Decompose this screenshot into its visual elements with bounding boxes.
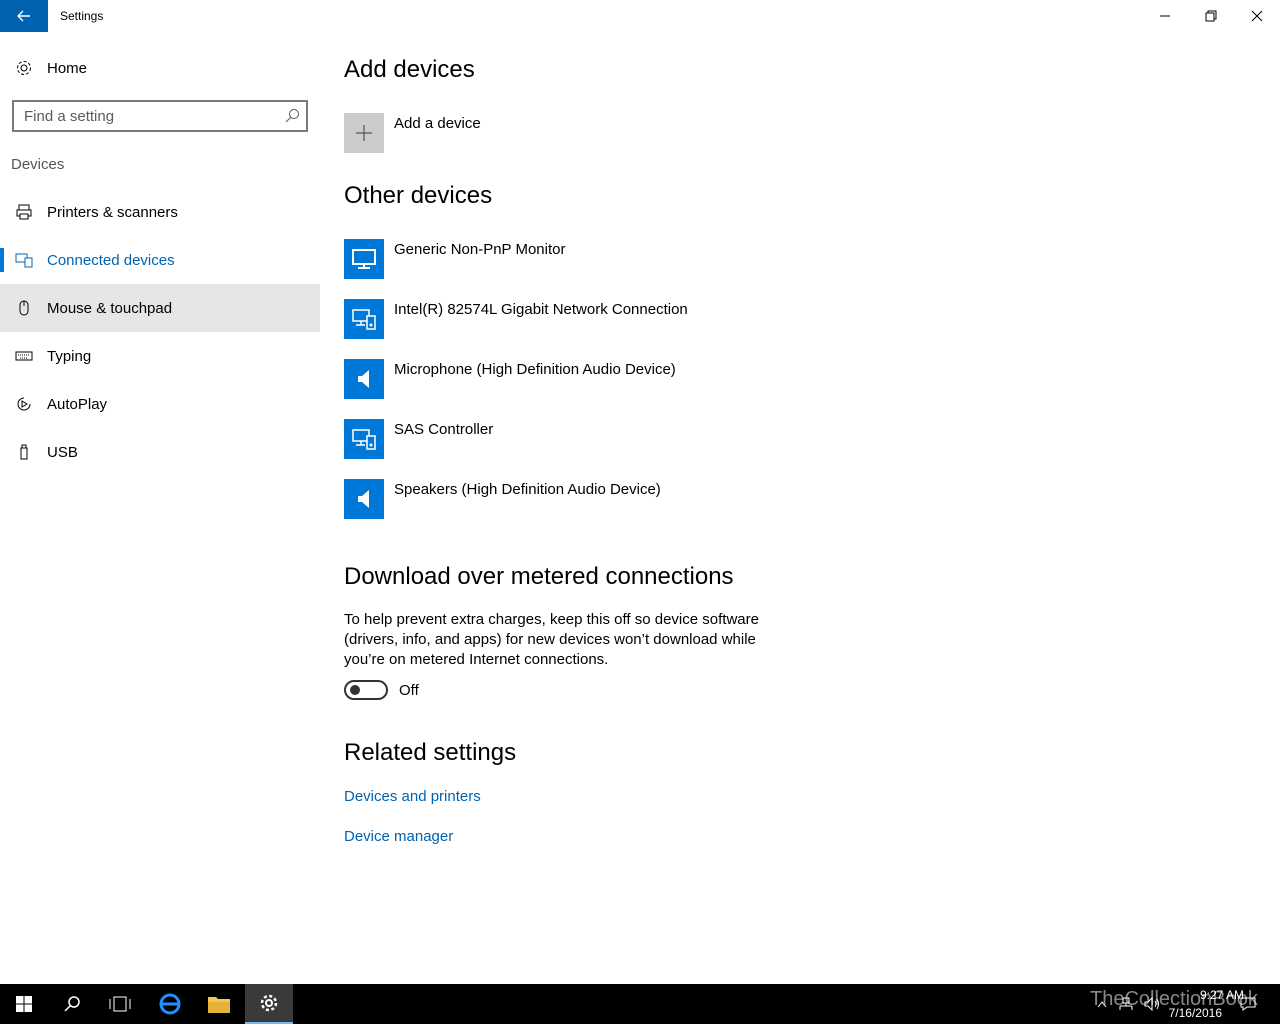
notification-icon [1240, 997, 1256, 1011]
start-button[interactable] [0, 984, 48, 1024]
list-item[interactable]: SAS Controller [344, 419, 844, 459]
toggle-state-label: Off [399, 682, 419, 699]
task-view-icon [109, 996, 131, 1012]
metered-heading: Download over metered connections [344, 563, 734, 590]
search-icon [64, 996, 80, 1012]
network-device-icon [344, 419, 384, 459]
show-hidden-icons-button[interactable] [1092, 984, 1112, 1024]
add-device-label: Add a device [394, 115, 481, 132]
network-device-icon [344, 299, 384, 339]
sidebar-item-mouse-touchpad[interactable]: Mouse & touchpad [0, 284, 320, 332]
sidebar-item-usb[interactable]: USB [0, 428, 320, 476]
search-input[interactable]: Find a setting [12, 100, 308, 132]
sidebar-item-typing[interactable]: Typing [0, 332, 320, 380]
sidebar-item-label: Typing [47, 347, 92, 365]
monitor-icon [344, 239, 384, 279]
add-devices-heading: Add devices [344, 56, 475, 83]
usb-icon [14, 442, 34, 462]
sidebar-item-label: AutoPlay [47, 395, 108, 413]
close-icon [1251, 10, 1263, 22]
list-item[interactable]: Intel(R) 82574L Gigabit Network Connecti… [344, 299, 844, 339]
sidebar-item-connected-devices[interactable]: Connected devices [0, 236, 320, 284]
main-content: Add devices Add a device Other devices G… [344, 32, 1244, 982]
gear-icon [260, 994, 278, 1012]
sidebar-item-label: USB [47, 443, 78, 461]
clock-date[interactable]: 7/16/2016 [1169, 1006, 1222, 1020]
add-device-button[interactable]: Add a device [344, 113, 644, 153]
other-devices-heading: Other devices [344, 182, 493, 209]
device-manager-link[interactable]: Device manager [344, 828, 453, 845]
mouse-icon [14, 298, 34, 318]
sidebar-item-label: Connected devices [47, 251, 175, 269]
windows-logo-icon [16, 996, 32, 1012]
action-center-button[interactable] [1236, 984, 1260, 1024]
title-bar: Settings [0, 0, 1280, 32]
device-label: Generic Non-PnP Monitor [394, 241, 566, 258]
speaker-icon [344, 359, 384, 399]
minimize-button[interactable] [1142, 0, 1188, 32]
sidebar-item-label: Mouse & touchpad [47, 299, 173, 317]
list-item[interactable]: Microphone (High Definition Audio Device… [344, 359, 844, 399]
home-label: Home [47, 59, 88, 77]
close-button[interactable] [1234, 0, 1280, 32]
metered-toggle[interactable] [344, 680, 388, 700]
search-icon [285, 109, 299, 123]
plus-icon [344, 113, 384, 153]
taskbar: TheCollectionBook 9:27 AM 7/16/2016 [0, 984, 1280, 1024]
network-icon [1119, 997, 1133, 1010]
folder-icon [208, 997, 230, 1013]
section-label-devices: Devices [11, 156, 65, 173]
list-item[interactable]: Generic Non-PnP Monitor [344, 239, 844, 279]
sidebar-item-printers-scanners[interactable]: Printers & scanners [0, 188, 320, 236]
device-label: SAS Controller [394, 421, 494, 438]
metered-description: To help prevent extra charges, keep this… [344, 611, 759, 668]
keyboard-icon [14, 346, 34, 366]
device-label: Microphone (High Definition Audio Device… [394, 361, 676, 378]
printer-icon [14, 202, 34, 222]
autoplay-icon [14, 394, 34, 414]
file-explorer-button[interactable] [195, 984, 243, 1024]
window-title: Settings [60, 9, 104, 23]
device-label: Intel(R) 82574L Gigabit Network Connecti… [394, 301, 688, 318]
task-view-button[interactable] [96, 984, 144, 1024]
settings-taskbar-button[interactable] [245, 984, 293, 1024]
speaker-icon [344, 479, 384, 519]
volume-tray-button[interactable] [1140, 984, 1164, 1024]
volume-icon [1144, 997, 1159, 1011]
network-tray-button[interactable] [1114, 984, 1138, 1024]
edge-icon [159, 993, 181, 1015]
sidebar-item-label: Printers & scanners [47, 203, 178, 221]
back-arrow-icon [17, 10, 30, 22]
device-label: Speakers (High Definition Audio Device) [394, 481, 661, 498]
search-placeholder: Find a setting [24, 108, 115, 125]
back-button[interactable] [0, 0, 48, 32]
search-taskbar-button[interactable] [48, 984, 96, 1024]
connected-devices-icon [14, 250, 34, 270]
toggle-knob [350, 685, 360, 695]
related-settings-heading: Related settings [344, 739, 517, 766]
list-item[interactable]: Speakers (High Definition Audio Device) [344, 479, 844, 519]
sidebar-item-autoplay[interactable]: AutoPlay [0, 380, 320, 428]
edge-browser-button[interactable] [146, 984, 194, 1024]
minimize-icon [1160, 15, 1170, 17]
restore-button[interactable] [1188, 0, 1234, 32]
gear-icon [14, 58, 34, 78]
sidebar: Home Find a setting Devices Printers & s… [0, 32, 320, 984]
home-nav-item[interactable]: Home [0, 44, 320, 92]
restore-icon [1205, 10, 1217, 22]
chevron-up-icon [1097, 1001, 1107, 1008]
devices-and-printers-link[interactable]: Devices and printers [344, 788, 481, 805]
